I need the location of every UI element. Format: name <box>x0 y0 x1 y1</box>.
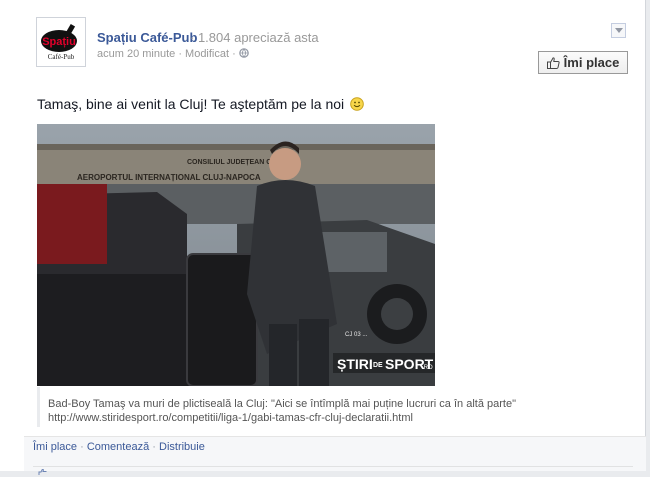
share-link[interactable]: Distribuie <box>159 441 205 453</box>
action-separator: · <box>80 441 84 453</box>
link-preview[interactable]: Bad-Boy Tamaş va muri de plictiseală la … <box>37 387 516 427</box>
post-meta: acum 20 minute · Modificat · <box>97 48 249 60</box>
airport-sign-line2: AEROPORTUL INTERNAȚIONAL CLUJ-NAPOCA <box>77 173 261 182</box>
link-preview-rule <box>37 387 40 427</box>
post-action-bar: Îmi place · Comentează · Distribuie <box>24 436 646 475</box>
post-actions: Îmi place · Comentează · Distribuie <box>33 441 205 453</box>
watermark-stiri: ȘTIRI <box>337 356 373 372</box>
post-message: Tamaş, bine ai venit la Cluj! Te aşteptă… <box>37 96 364 112</box>
thumbs-up-icon <box>546 56 560 69</box>
likes-summary-row <box>33 466 633 477</box>
page-avatar[interactable]: Spațiu Café-Pub <box>36 17 86 67</box>
comment-link[interactable]: Comentează <box>87 441 149 453</box>
license-plate: CJ 03 ... <box>345 332 368 338</box>
logo-text: Spațiu <box>42 36 76 48</box>
globe-icon[interactable] <box>239 48 249 60</box>
page-likes-count: · 1.804 apreciază asta <box>190 30 319 45</box>
link-url[interactable]: http://www.stiridesport.ro/competitii/li… <box>48 412 413 424</box>
like-page-button[interactable]: Îmi place <box>538 51 628 74</box>
post-options-button[interactable] <box>611 23 626 38</box>
link-title[interactable]: Bad-Boy Tamaş va muri de plictiseală la … <box>48 398 516 410</box>
chevron-down-icon <box>615 28 623 33</box>
like-post-link[interactable]: Îmi place <box>33 441 77 453</box>
post-timestamp[interactable]: acum 20 minute · Modificat · <box>97 48 236 60</box>
post-photo[interactable]: CONSILIUL JUDEȚEAN CLUJ AEROPORTUL INTER… <box>37 124 435 386</box>
watermark-de: DE <box>373 362 383 369</box>
like-page-label: Îmi place <box>563 55 620 70</box>
post-message-text: Tamaş, bine ai venit la Cluj! Te aşteptă… <box>37 96 345 112</box>
watermark-ro: .RO <box>422 365 433 371</box>
logo-subtext: Café-Pub <box>48 53 75 61</box>
page-name-link[interactable]: Spațiu Café-Pub <box>97 30 197 45</box>
thumbs-up-icon <box>38 469 47 475</box>
post-card: Spațiu Café-Pub Spațiu Café-Pub · 1.804 … <box>0 0 646 475</box>
action-separator: · <box>152 441 156 453</box>
smiley-emoticon-icon <box>350 97 364 111</box>
